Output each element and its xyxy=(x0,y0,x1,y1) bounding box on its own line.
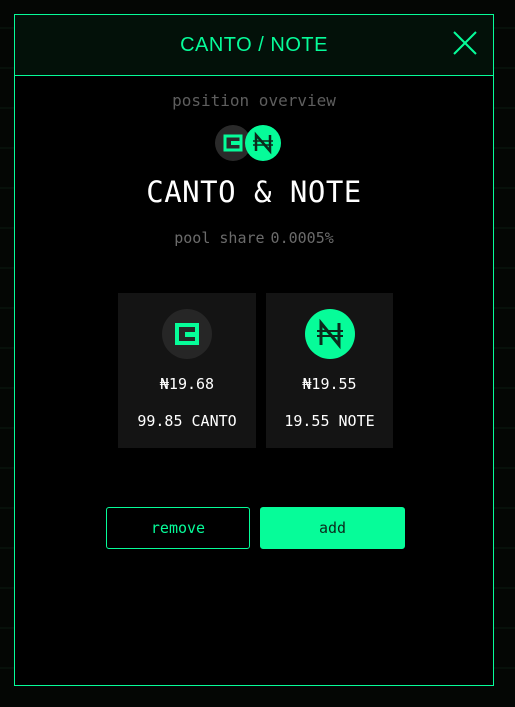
pool-share-value: 0.0005% xyxy=(270,229,334,247)
pool-share: pool share 0.0005% xyxy=(15,229,493,247)
add-button[interactable]: add xyxy=(260,507,405,549)
position-modal: CANTO / NOTE position overview CANTO & N… xyxy=(14,14,494,686)
token-amount: 99.85 CANTO xyxy=(137,412,237,430)
modal-title: CANTO / NOTE xyxy=(180,34,328,56)
pool-share-label: pool share xyxy=(174,229,265,247)
note-logo-icon xyxy=(245,125,281,161)
close-icon xyxy=(453,31,477,55)
token-value: ₦19.55 xyxy=(302,375,357,393)
modal-header: CANTO / NOTE xyxy=(15,15,493,76)
token-value: ₦19.68 xyxy=(159,375,215,393)
canto-logo-icon xyxy=(162,309,212,359)
note-logo-icon xyxy=(304,309,355,359)
pair-title: CANTO & NOTE xyxy=(146,175,362,209)
pair-icons xyxy=(215,125,285,165)
token-card-canto: ₦19.68 99.85 CANTO xyxy=(118,293,256,448)
overview-label: position overview xyxy=(172,91,336,110)
token-amount: 19.55 NOTE xyxy=(284,412,375,430)
remove-button[interactable]: remove xyxy=(106,507,250,549)
token-card-note: ₦19.55 19.55 NOTE xyxy=(266,293,393,448)
close-button[interactable] xyxy=(451,29,479,57)
